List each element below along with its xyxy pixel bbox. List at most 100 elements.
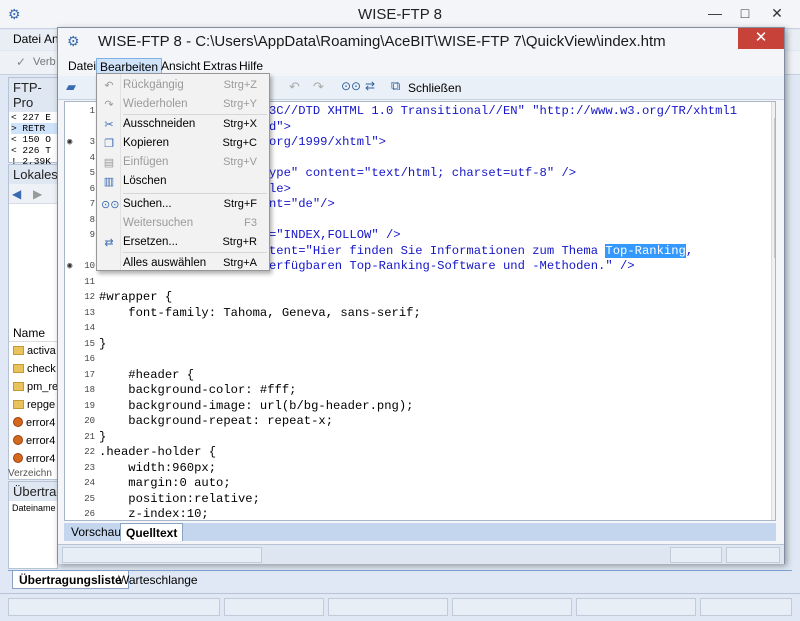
menu-item-shortcut: Strg+V (223, 156, 257, 168)
redo-icon[interactable]: ↷ (313, 79, 324, 95)
code-line: background-color: #fff; (99, 383, 297, 397)
menu-datei[interactable]: Datei (13, 32, 41, 46)
menu-item-shortcut: Strg+R (222, 236, 257, 248)
code-line: #wrapper { (99, 290, 173, 304)
menu-item-suchen[interactable]: ⊙⊙ Suchen... Strg+F (97, 196, 269, 215)
connect-icon[interactable]: ✓ (16, 55, 26, 69)
edit-menu: ↶ Rückgängig Strg+Z ↷ Wiederholen Strg+Y ✂ Auss… (96, 73, 270, 271)
list-item[interactable]: error4 (9, 432, 57, 450)
menu-item-weitersuchen: Weitersuchen F3 (97, 215, 269, 234)
menu-item-ersetzen[interactable]: ⇄ Ersetzen... Strg+R (97, 234, 269, 253)
list-item[interactable]: activa (9, 342, 57, 360)
status-segment (328, 598, 448, 616)
menu-item-ausschneiden[interactable]: ✂ Ausschneiden Strg+X (97, 116, 269, 135)
close-document-icon[interactable]: ⧉ (391, 78, 400, 94)
scrollbar-thumb[interactable] (774, 118, 775, 258)
directory-label: Verzeichn (8, 468, 52, 479)
close-icon[interactable]: ✕ (738, 28, 784, 49)
menu-item-label: Wiederholen (123, 98, 188, 110)
name-column-header[interactable]: Name (9, 324, 57, 342)
status-segment (62, 547, 262, 563)
menu-item-label: Suchen... (123, 198, 172, 210)
browser-file-icon (13, 435, 23, 445)
status-segment (700, 598, 792, 616)
status-segment (224, 598, 324, 616)
menu-item-shortcut: Strg+Y (223, 98, 257, 110)
log-line: < 227 E (11, 112, 51, 123)
forward-icon[interactable]: ▶ (33, 187, 42, 201)
selected-text: Top-Ranking (605, 243, 686, 258)
code-line: .header-holder { (99, 445, 217, 459)
list-item[interactable]: check (9, 360, 57, 378)
menu-item-label: Alles auswählen (123, 257, 207, 269)
close-document-button[interactable]: Schließen (408, 81, 461, 95)
code-line: } (99, 336, 107, 351)
connect-label[interactable]: Verb (33, 56, 56, 68)
main-title: WISE-FTP 8 (358, 6, 442, 23)
minimize-icon[interactable]: — (700, 0, 730, 29)
log-line: < 150 O (11, 134, 51, 145)
code-line: } (99, 429, 107, 444)
code-line: #header { (99, 367, 195, 382)
menu-datei[interactable]: Datei (65, 58, 99, 75)
editor-title: WISE-FTP 8 - C:\Users\AppData\Roaming\Ac… (98, 33, 666, 50)
main-statusbar (0, 593, 800, 621)
menu-item-wiederholen: ↷ Wiederholen Strg+Y (97, 96, 269, 115)
tab-quelltext[interactable]: Quelltext (120, 523, 184, 541)
tab-vorschau[interactable]: Vorschau (66, 523, 126, 541)
binoculars-icon: ⊙⊙ (101, 199, 120, 211)
code-line: ent="INDEX,FOLLOW" /> (247, 228, 401, 242)
menu-item-shortcut: Strg+F (223, 198, 257, 210)
list-item[interactable]: error4 (9, 414, 57, 432)
list-item[interactable]: repge (9, 396, 57, 414)
open-icon[interactable]: ▰ (66, 79, 76, 95)
log-line: < 226 T (11, 145, 51, 156)
close-icon[interactable]: ✕ (762, 0, 792, 29)
code-line: //W3C//DTD XHTML 1.0 Transitional//EN" "… (247, 104, 738, 118)
ftp-protocol-pane: FTP-Pro < 227 E > RETR < 150 O < 226 T !… (8, 77, 58, 167)
menu-item-shortcut: F3 (244, 217, 257, 229)
folder-icon (13, 364, 24, 373)
back-icon[interactable]: ◀ (12, 187, 21, 201)
copy-icon: ❐ (104, 138, 114, 150)
list-item[interactable]: pm_re (9, 378, 57, 396)
code-line: font-family: Tahoma, Geneva, sans-serif; (99, 305, 421, 320)
maximize-icon[interactable]: □ (730, 0, 760, 29)
filename-column: Dateiname (12, 503, 56, 513)
menu-item-label: Ausschneiden (123, 118, 196, 130)
transfer-header: Übertra (9, 482, 57, 501)
search-icon[interactable]: ⊙⊙ (341, 79, 361, 93)
tab-queue[interactable]: Warteschlange (112, 571, 204, 589)
folder-icon (13, 382, 24, 391)
browser-file-icon (13, 453, 23, 463)
list-item[interactable]: error4 (9, 450, 57, 468)
folder-icon (13, 400, 24, 409)
menu-item-shortcut: Strg+C (222, 137, 257, 149)
vertical-scrollbar[interactable] (771, 102, 775, 520)
menu-item-alles-auswählen[interactable]: Alles auswählen Strg+A (97, 255, 269, 274)
menu-item-kopieren[interactable]: ❐ Kopieren Strg+C (97, 135, 269, 154)
undo-icon[interactable]: ↶ (289, 79, 300, 95)
folder-icon (13, 346, 24, 355)
log-line: > RETR (11, 123, 57, 134)
menu-item-rückgängig: ↶ Rückgängig Strg+Z (97, 77, 269, 96)
code-line: t-Type" content="text/html; charset=utf-… (247, 166, 577, 180)
bottom-tabbar: Übertragungsliste Warteschlange (8, 570, 792, 589)
replace-icon[interactable]: ⇄ (365, 79, 375, 93)
code-line: width:960px; (99, 460, 217, 475)
menu-item-shortcut: Strg+Z (223, 79, 257, 91)
local-header: Lokales (9, 165, 58, 184)
status-segment (726, 547, 780, 563)
code-line: z-index:10; (99, 507, 209, 521)
menu-item-label: Löschen (123, 175, 167, 187)
menu-item-label: Kopieren (123, 137, 170, 149)
code-line: background-repeat: repeat-x; (99, 414, 334, 428)
replace-icon: ⇄ (104, 237, 114, 249)
menu-separator (123, 193, 267, 194)
transfer-pane: Übertra Dateiname (8, 481, 58, 569)
code-line: margin:0 auto; (99, 476, 231, 490)
code-line: position:relative; (99, 491, 260, 506)
menu-item-shortcut: Strg+X (223, 118, 257, 130)
menu-item-löschen[interactable]: ▥ Löschen (97, 173, 269, 192)
code-line: background-image: url(b/bg-header.png); (99, 398, 414, 413)
